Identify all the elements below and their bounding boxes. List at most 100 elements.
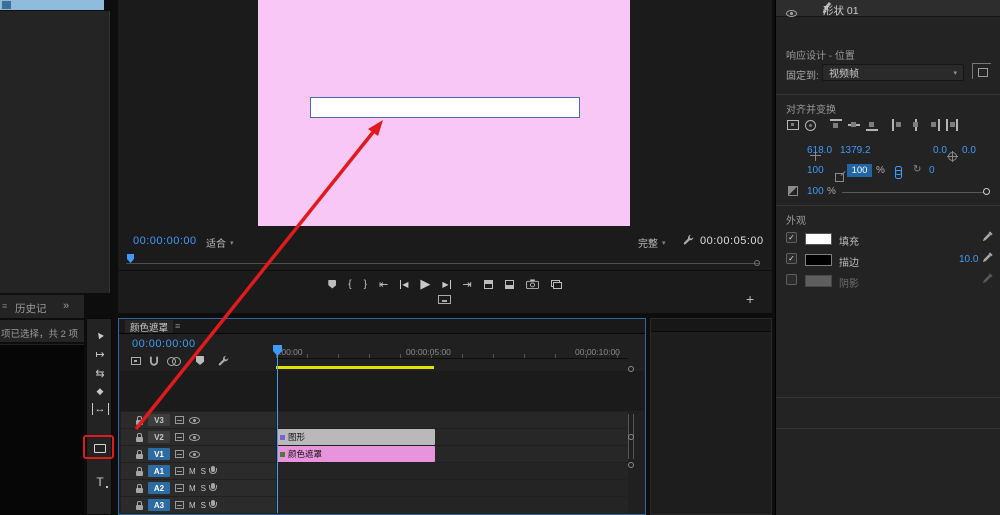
scale-width-field[interactable]: 100 — [847, 164, 872, 177]
add-panel-button[interactable]: + — [746, 291, 754, 307]
timeline-settings-wrench-icon[interactable] — [218, 355, 229, 366]
fill-color-swatch[interactable] — [805, 233, 832, 245]
position-y-value[interactable]: 1379.2 — [840, 145, 871, 156]
track-lock-icon[interactable] — [136, 466, 143, 476]
opacity-slider-track[interactable] — [842, 192, 984, 193]
playback-quality-dropdown[interactable]: 完整 ▾ — [638, 235, 666, 250]
align-to-frame-icon[interactable] — [787, 120, 799, 130]
align-right-icon[interactable] — [928, 119, 940, 131]
track-lock-icon[interactable] — [136, 415, 143, 425]
mute-button[interactable]: M — [189, 501, 196, 510]
track-chip-v1[interactable]: V1 — [148, 448, 170, 460]
add-marker-icon[interactable] — [196, 356, 204, 365]
sync-lock-icon[interactable] — [175, 450, 184, 458]
type-tool-button[interactable]: T — [87, 474, 113, 490]
snap-magnet-icon[interactable] — [149, 356, 159, 366]
selection-tool-button[interactable]: ▲ — [87, 327, 113, 343]
add-marker-icon[interactable] — [328, 279, 337, 289]
rotation-value[interactable]: 0 — [929, 165, 935, 176]
extract-icon[interactable] — [504, 279, 514, 289]
link-scale-chain-icon[interactable] — [894, 166, 903, 179]
work-area-bar[interactable] — [276, 366, 434, 369]
panel-menu-icon[interactable]: ≡ — [2, 301, 7, 311]
pin-to-dropdown[interactable]: 视频帧 ▾ — [822, 64, 964, 81]
nested-sequence-icon[interactable] — [131, 356, 141, 365]
center-in-frame-icon[interactable] — [805, 119, 816, 131]
stroke-checkbox[interactable]: ✓ — [786, 253, 797, 264]
monitor-timecode[interactable]: 00:00:00:00 — [133, 235, 197, 247]
mark-in-icon[interactable]: { — [348, 279, 351, 290]
track-chip-v2[interactable]: V2 — [148, 431, 170, 443]
comparison-view-icon[interactable] — [550, 279, 562, 289]
stroke-color-swatch[interactable] — [805, 254, 832, 266]
solo-button[interactable]: S — [201, 467, 206, 476]
zoom-level-dropdown[interactable]: 适合 ▾ — [206, 235, 234, 250]
rectangle-tool-button[interactable] — [87, 440, 113, 456]
track-chip-a1[interactable]: A1 — [148, 465, 170, 477]
solo-button[interactable]: S — [201, 484, 206, 493]
solo-button[interactable]: S — [201, 501, 206, 510]
align-hcenter-icon[interactable] — [910, 119, 922, 131]
mark-out-icon[interactable]: } — [364, 279, 367, 290]
anchor-y-value[interactable]: 0.0 — [962, 145, 976, 156]
track-select-tool-button[interactable]: ↦ — [87, 346, 113, 362]
shape-rectangle[interactable] — [310, 97, 580, 118]
timeline-timecode[interactable]: 00:00:00:00 — [132, 338, 196, 350]
mute-button[interactable]: M — [189, 467, 196, 476]
monitor-settings-wrench-icon[interactable] — [683, 234, 694, 248]
anchor-x-value[interactable]: 0.0 — [933, 145, 947, 156]
ripple-edit-tool-button[interactable]: ⇆ — [87, 365, 113, 381]
stroke-eyedropper-icon[interactable] — [982, 252, 993, 266]
voiceover-mic-icon[interactable] — [209, 500, 218, 508]
track-lane-a1[interactable] — [277, 463, 628, 479]
pin-position-widget[interactable] — [972, 63, 991, 79]
sync-lock-icon[interactable] — [175, 484, 184, 492]
scrollbar-knob[interactable] — [628, 366, 634, 372]
razor-tool-button[interactable]: ◆ — [87, 383, 113, 399]
layer-header[interactable]: 形状 01 — [776, 0, 1000, 17]
shadow-color-swatch[interactable] — [805, 275, 832, 287]
scrubber-end-knob[interactable] — [754, 260, 760, 266]
track-lock-icon[interactable] — [136, 432, 143, 442]
sync-lock-icon[interactable] — [175, 501, 184, 509]
distribute-icon[interactable] — [946, 119, 958, 131]
align-bottom-icon[interactable] — [866, 119, 878, 131]
layer-visibility-eye-icon[interactable] — [786, 10, 797, 17]
track-lock-icon[interactable] — [136, 500, 143, 510]
scrollbar-knob[interactable] — [628, 434, 634, 440]
track-lock-icon[interactable] — [136, 449, 143, 459]
track-output-eye-icon[interactable] — [189, 433, 200, 441]
scale-value[interactable]: 100 — [807, 165, 824, 176]
tab-timeline-sequence[interactable]: 颜色遮罩 — [125, 320, 174, 334]
goto-in-icon[interactable]: ⇤ — [379, 278, 388, 291]
sync-lock-icon[interactable] — [175, 467, 184, 475]
slip-tool-button[interactable]: ↔ — [87, 401, 113, 417]
monitor-settings-button[interactable] — [438, 295, 451, 304]
opacity-value[interactable]: 100 — [807, 186, 824, 197]
shadow-checkbox[interactable] — [786, 274, 797, 285]
opacity-slider-knob[interactable] — [983, 188, 990, 195]
mute-button[interactable]: M — [189, 484, 196, 493]
timeline-ruler[interactable]: :00:00 00:00:05:00 00:00:10:00 — [276, 345, 628, 359]
voiceover-mic-icon[interactable] — [209, 466, 218, 474]
fill-eyedropper-icon[interactable] — [982, 231, 993, 245]
step-forward-icon[interactable]: ▶ — [442, 279, 451, 289]
step-back-icon[interactable]: ◀ — [400, 279, 408, 289]
monitor-scrubber[interactable] — [126, 263, 760, 264]
panel-menu-icon[interactable]: ≡ — [175, 321, 180, 331]
track-lane-v3[interactable] — [277, 412, 628, 428]
play-button-icon[interactable]: ▶ — [420, 276, 430, 292]
lift-icon[interactable] — [483, 279, 493, 289]
sync-lock-icon[interactable] — [175, 416, 184, 424]
align-vcenter-icon[interactable] — [848, 119, 860, 131]
clip-color-matte[interactable]: 颜色遮罩 — [277, 446, 435, 462]
shadow-eyedropper-icon[interactable] — [982, 273, 993, 287]
track-lane-a2[interactable] — [277, 480, 628, 496]
more-tabs-chevron-icon[interactable]: » — [63, 300, 69, 312]
goto-out-icon[interactable]: ⇥ — [463, 278, 472, 291]
stroke-width-value[interactable]: 10.0 — [959, 254, 978, 265]
monitor-playhead[interactable] — [127, 254, 134, 263]
track-output-eye-icon[interactable] — [189, 416, 200, 424]
sync-lock-icon[interactable] — [175, 433, 184, 441]
track-lock-icon[interactable] — [136, 483, 143, 493]
